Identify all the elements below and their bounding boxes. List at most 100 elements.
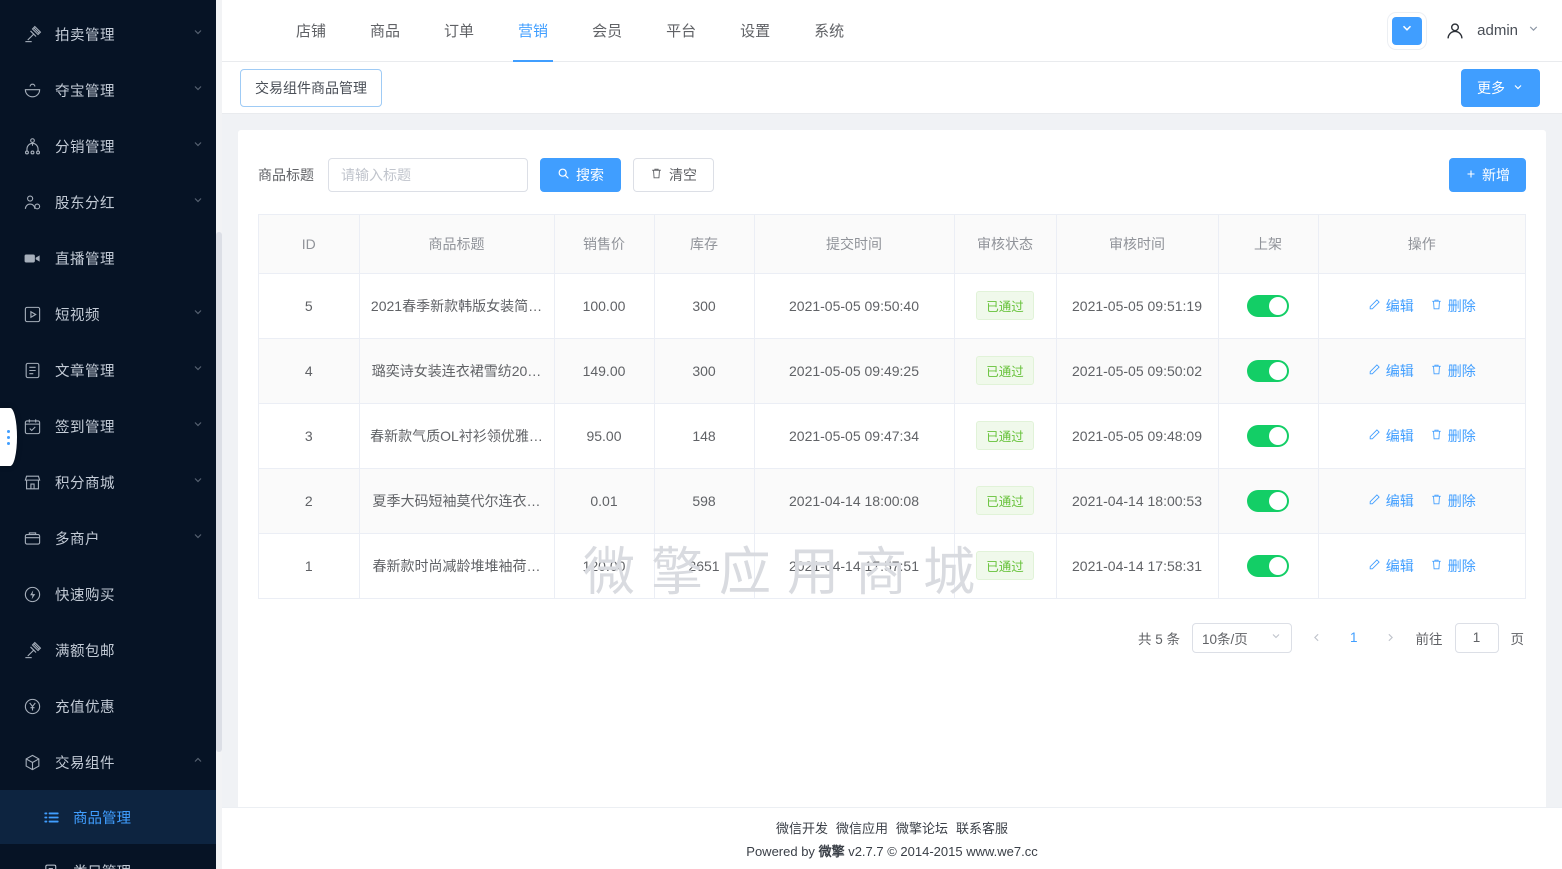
chevron-down-icon — [192, 194, 204, 210]
sidebar-item-quick-buy[interactable]: 快速购买 — [0, 566, 222, 622]
tab-goods[interactable]: 商品 — [348, 0, 422, 62]
tab-platform[interactable]: 平台 — [644, 0, 718, 62]
tab-orders[interactable]: 订单 — [422, 0, 496, 62]
tab-system[interactable]: 系统 — [792, 0, 866, 62]
table-row[interactable]: 2 夏季大码短袖莫代尔连衣… 0.01 598 2021-04-14 18:00:08 已… — [259, 468, 1525, 534]
distribution-network-icon — [22, 136, 42, 156]
tab-members[interactable]: 会员 — [570, 0, 644, 62]
edit-label: 编辑 — [1385, 297, 1414, 314]
sidebar-subitem-product-management[interactable]: 商品管理 — [0, 790, 222, 844]
tab-label: 设置 — [740, 23, 771, 40]
edit-link[interactable]: 编辑 — [1368, 296, 1414, 316]
edit-link[interactable]: 编辑 — [1368, 556, 1414, 576]
on-shelf-toggle[interactable] — [1247, 424, 1289, 447]
yuan-circle-icon — [22, 696, 42, 716]
edit-label: 编辑 — [1385, 492, 1414, 509]
content-area: 微擎应用商城 商品标题 搜索 清空 新增 — [222, 114, 1562, 807]
cell-id: 4 — [259, 338, 360, 404]
tab-store[interactable]: 店铺 — [274, 0, 348, 62]
search-button[interactable]: 搜索 — [540, 158, 621, 192]
edit-label: 编辑 — [1385, 557, 1414, 574]
table-row[interactable]: 1 春新款时尚减龄堆堆袖荷… 120.00 2651 2021-04-14 17:57:… — [259, 533, 1525, 599]
store-icon — [22, 528, 42, 548]
tab-label: 商品 — [370, 23, 401, 40]
footer-link-wechat-dev[interactable]: 微信开发 — [776, 818, 828, 837]
sidebar-item-auction[interactable]: 拍卖管理 — [0, 6, 222, 62]
trash-icon — [1430, 428, 1443, 444]
on-shelf-toggle[interactable] — [1247, 294, 1289, 317]
sidebar-item-shareholder-dividend[interactable]: 股东分红 — [0, 174, 222, 230]
table-row[interactable]: 3 春新款气质OL衬衫领优雅… 95.00 148 2021-05-05 09:47:3… — [259, 403, 1525, 469]
delete-link[interactable]: 删除 — [1430, 296, 1476, 316]
cell-operations: 编辑 删除 — [1318, 403, 1525, 469]
on-shelf-toggle[interactable] — [1247, 554, 1289, 577]
footer-link-forum[interactable]: 微擎论坛 — [896, 818, 948, 837]
prev-page-button[interactable] — [1304, 625, 1330, 651]
more-button[interactable]: 更多 — [1461, 68, 1540, 107]
add-button[interactable]: 新增 — [1449, 158, 1526, 192]
search-input[interactable] — [328, 158, 528, 192]
sidebar-item-distribution[interactable]: 分销管理 — [0, 118, 222, 174]
page-number-1[interactable]: 1 — [1342, 630, 1366, 645]
product-title-filter-label: 商品标题 — [258, 167, 314, 183]
app-switch-button[interactable] — [1392, 16, 1423, 45]
chevron-right-icon — [1388, 633, 1393, 642]
clear-button[interactable]: 清空 — [633, 158, 714, 192]
tab-marketing[interactable]: 营销 — [496, 0, 570, 62]
footer-link-support[interactable]: 联系客服 — [956, 818, 1008, 837]
cell-title: 夏季大码短袖莫代尔连衣… — [359, 468, 555, 534]
document-lines-icon — [22, 360, 42, 380]
shop-icon — [22, 472, 42, 492]
edit-link[interactable]: 编辑 — [1368, 491, 1414, 511]
delete-label: 删除 — [1447, 297, 1476, 314]
add-button-label: 新增 — [1482, 167, 1510, 183]
user-name-label: admin — [1477, 22, 1518, 39]
sidebar-item-multi-merchant[interactable]: 多商户 — [0, 510, 222, 566]
footer-link-wechat-app[interactable]: 微信应用 — [836, 818, 888, 837]
sidebar-item-trade-component[interactable]: 交易组件 — [0, 734, 222, 790]
sidebar-item-free-shipping[interactable]: 满额包邮 — [0, 622, 222, 678]
cell-id: 3 — [259, 403, 360, 469]
sidebar-item-article[interactable]: 文章管理 — [0, 342, 222, 398]
trash-icon — [1430, 363, 1443, 379]
delete-label: 删除 — [1447, 557, 1476, 574]
delete-link[interactable]: 删除 — [1430, 491, 1476, 511]
sidebar-subitem-category-management[interactable]: 类目管理 — [0, 844, 222, 869]
sidebar-collapse-handle[interactable] — [0, 408, 17, 466]
edit-link[interactable]: 编辑 — [1368, 426, 1414, 446]
sidebar-item-recharge-discount[interactable]: 充值优惠 — [0, 678, 222, 734]
table-head: ID 商品标题 销售价 库存 提交时间 审核状态 审核时间 上架 操作 — [259, 215, 1525, 274]
breadcrumb-tab-trade-product-management[interactable]: 交易组件商品管理 — [240, 68, 382, 107]
table-row[interactable]: 4 璐奕诗女装连衣裙雪纺20… 149.00 300 2021-05-05 09:49:… — [259, 338, 1526, 404]
cell-id: 5 — [259, 273, 360, 339]
sidebar-item-short-video[interactable]: 短视频 — [0, 286, 222, 342]
on-shelf-toggle[interactable] — [1247, 489, 1289, 512]
delete-link[interactable]: 删除 — [1430, 556, 1476, 576]
delete-label: 删除 — [1447, 492, 1476, 509]
page-unit-label: 页 — [1510, 631, 1525, 647]
column-header-stock: 库存 — [654, 215, 755, 274]
user-menu[interactable]: admin — [1442, 18, 1540, 44]
on-shelf-toggle[interactable] — [1247, 359, 1289, 382]
sidebar-item-checkin[interactable]: 签到管理 — [0, 398, 222, 454]
delete-link[interactable]: 删除 — [1430, 426, 1476, 446]
row-actions: 编辑 删除 — [1319, 361, 1526, 381]
status-badge: 已通过 — [976, 486, 1034, 515]
delete-link[interactable]: 删除 — [1430, 361, 1476, 381]
sidebar-item-treasure[interactable]: 夺宝管理 — [0, 62, 222, 118]
table-row[interactable]: 5 2021春季新款韩版女装简… 100.00 300 2021-05-05 09:50… — [259, 273, 1525, 339]
cell-audit-status: 已通过 — [954, 403, 1057, 469]
tab-settings[interactable]: 设置 — [718, 0, 792, 62]
page-size-select[interactable]: 10条/页 — [1191, 622, 1292, 653]
tab-label: 平台 — [666, 23, 697, 40]
edit-label: 编辑 — [1385, 362, 1414, 379]
page-jump-input[interactable] — [1454, 622, 1499, 653]
sidebar-item-live[interactable]: 直播管理 — [0, 230, 222, 286]
breadcrumb-bar: 交易组件商品管理 更多 — [222, 62, 1562, 114]
sidebar-item-points-mall[interactable]: 积分商城 — [0, 454, 222, 510]
cell-operations: 编辑 删除 — [1318, 533, 1525, 599]
handle-dots-icon — [7, 429, 10, 445]
next-page-button[interactable] — [1378, 625, 1404, 651]
footer-powered-by: Powered by 微擎 v2.7.7 © 2014-2015 www.we7… — [746, 841, 1037, 860]
edit-link[interactable]: 编辑 — [1368, 361, 1414, 381]
